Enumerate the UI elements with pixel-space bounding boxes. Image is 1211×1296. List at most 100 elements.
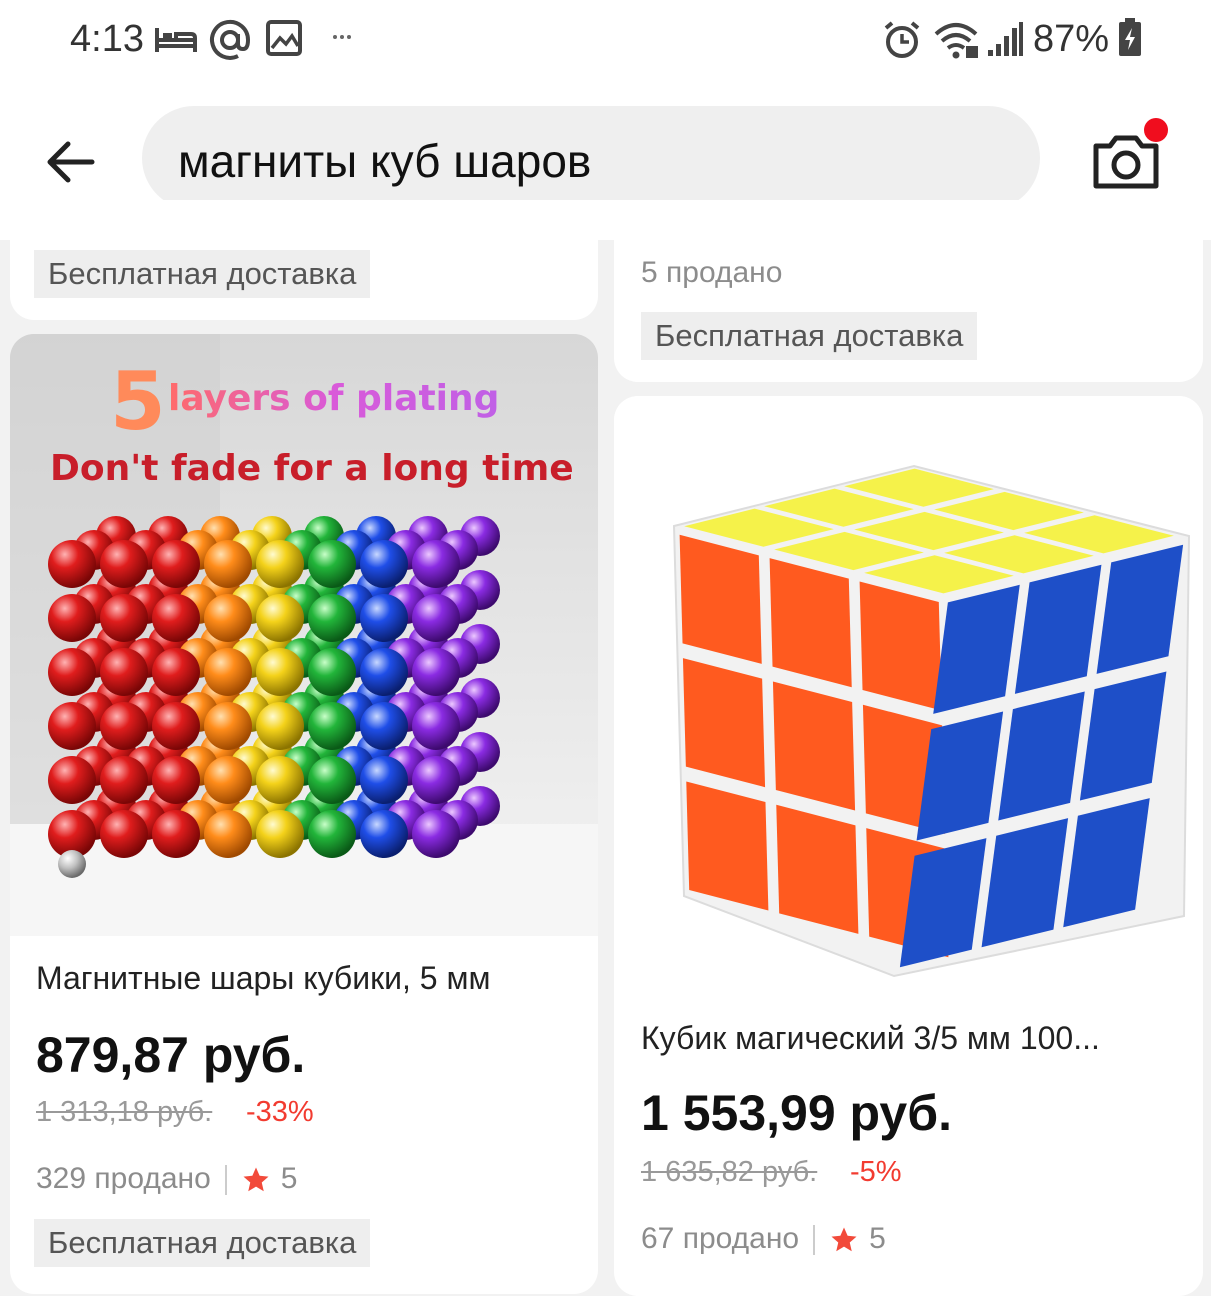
magnetic-ball	[48, 594, 96, 642]
magnetic-ball	[360, 594, 408, 642]
sold-rating-row: 67 продано 5	[641, 1222, 886, 1262]
cube-sticker-orange	[859, 581, 942, 711]
wifi-icon	[934, 23, 978, 59]
magnetic-ball	[100, 702, 148, 750]
image-icon	[266, 20, 302, 56]
magnetic-ball	[308, 594, 356, 642]
product-price: 879,87 руб.	[36, 1027, 306, 1083]
sold-count: 329 продано	[36, 1162, 211, 1195]
arrow-left-icon[interactable]	[40, 132, 100, 192]
magnetic-ball	[308, 702, 356, 750]
cube-sticker-orange	[679, 534, 762, 664]
magnetic-ball	[100, 594, 148, 642]
magnetic-ball	[152, 702, 200, 750]
old-price: 1 635,82 руб.	[641, 1156, 818, 1188]
cube-sticker-orange	[686, 781, 769, 911]
magnetic-ball	[308, 648, 356, 696]
magnetic-ball	[360, 810, 408, 858]
divider	[224, 1165, 227, 1196]
cube-sticker-orange	[682, 658, 766, 788]
product-image[interactable]: 5 layers of plating Don't fade for a lon…	[10, 334, 598, 936]
magnetic-ball	[256, 702, 304, 750]
magnetic-ball	[360, 648, 408, 696]
magnetic-ball	[152, 810, 200, 858]
header-bottom	[0, 200, 1211, 240]
bed-icon	[155, 28, 197, 52]
search-query[interactable]: магниты куб шаров	[178, 134, 591, 188]
cube-sticker-orange	[772, 681, 856, 811]
alarm-icon	[884, 21, 920, 58]
product-title[interactable]: Магнитные шары кубики, 5 мм	[36, 960, 576, 997]
image-text-number: 5	[110, 355, 166, 448]
magnetic-ball	[256, 810, 304, 858]
magnetic-ball	[412, 648, 460, 696]
sold-rating-row: 329 продано 5	[36, 1162, 297, 1202]
product-card[interactable]: 5 layers of plating Don't fade for a lon…	[10, 334, 598, 1294]
magnetic-ball	[360, 540, 408, 588]
star-icon	[243, 1167, 269, 1192]
magnetic-ball	[256, 648, 304, 696]
image-text-line2: Don't fade for a long time	[50, 448, 574, 489]
magnetic-ball	[256, 756, 304, 804]
product-image[interactable]	[614, 396, 1203, 994]
cube-sticker-orange	[776, 804, 859, 934]
magnetic-ball	[412, 756, 460, 804]
magnetic-ball	[308, 540, 356, 588]
free-shipping-badge: Бесплатная доставка	[641, 312, 978, 360]
magnetic-ball	[100, 810, 148, 858]
magnetic-ball	[204, 702, 252, 750]
notification-dot	[1144, 118, 1168, 142]
magnetic-ball	[204, 540, 252, 588]
magnetic-ball	[360, 756, 408, 804]
magnetic-ball	[308, 756, 356, 804]
magnetic-ball	[412, 594, 460, 642]
status-time: 4:13	[70, 18, 144, 60]
magnetic-ball	[152, 540, 200, 588]
product-price: 1 553,99 руб.	[641, 1085, 952, 1141]
free-shipping-badge: Бесплатная доставка	[34, 250, 371, 298]
magnetic-ball	[204, 756, 252, 804]
more-icon	[333, 35, 351, 39]
magnetic-ball	[360, 702, 408, 750]
magnetic-ball	[412, 702, 460, 750]
magnetic-ball	[412, 810, 460, 858]
rating-value: 5	[869, 1222, 886, 1255]
magnetic-ball	[152, 594, 200, 642]
magnetic-ball	[412, 540, 460, 588]
discount-badge: -5%	[850, 1156, 902, 1188]
sold-count: 67 продано	[641, 1222, 800, 1255]
magnetic-ball	[256, 594, 304, 642]
magnetic-ball	[100, 540, 148, 588]
magnetic-ball	[204, 594, 252, 642]
rubiks-cube-image	[672, 464, 1191, 978]
magnetic-ball	[204, 648, 252, 696]
signal-icon	[988, 22, 1023, 56]
star-icon	[831, 1227, 857, 1252]
magnetic-ball	[308, 810, 356, 858]
free-shipping-badge: Бесплатная доставка	[34, 1219, 371, 1267]
divider	[813, 1225, 816, 1256]
magnetic-ball	[100, 756, 148, 804]
magnetic-ball	[48, 702, 96, 750]
at-icon	[210, 19, 251, 60]
product-card[interactable]: Кубик магический 3/5 мм 100... 1 553,99 …	[614, 396, 1203, 1296]
status-bar: 4:13 87%	[0, 0, 1211, 80]
discount-badge: -33%	[246, 1096, 314, 1128]
battery-percent: 87%	[1033, 18, 1110, 60]
magnetic-ball	[152, 648, 200, 696]
product-title[interactable]: Кубик магический 3/5 мм 100...	[641, 1020, 1171, 1057]
magnetic-ball	[204, 810, 252, 858]
magnetic-ball	[256, 540, 304, 588]
magnetic-ball	[152, 756, 200, 804]
battery-icon	[1119, 18, 1141, 56]
search-input[interactable]: магниты куб шаров	[142, 106, 1040, 210]
magnetic-balls-image: 5 layers of plating Don't fade for a lon…	[10, 334, 598, 936]
rating-value: 5	[280, 1162, 298, 1195]
magnetic-ball	[48, 540, 96, 588]
magnetic-ball	[48, 756, 96, 804]
image-text-line1: layers of plating	[168, 378, 499, 419]
old-price: 1 313,18 руб.	[36, 1096, 213, 1128]
ball-cube	[48, 516, 500, 858]
magnetic-ball	[48, 648, 96, 696]
loose-ball	[58, 850, 86, 878]
